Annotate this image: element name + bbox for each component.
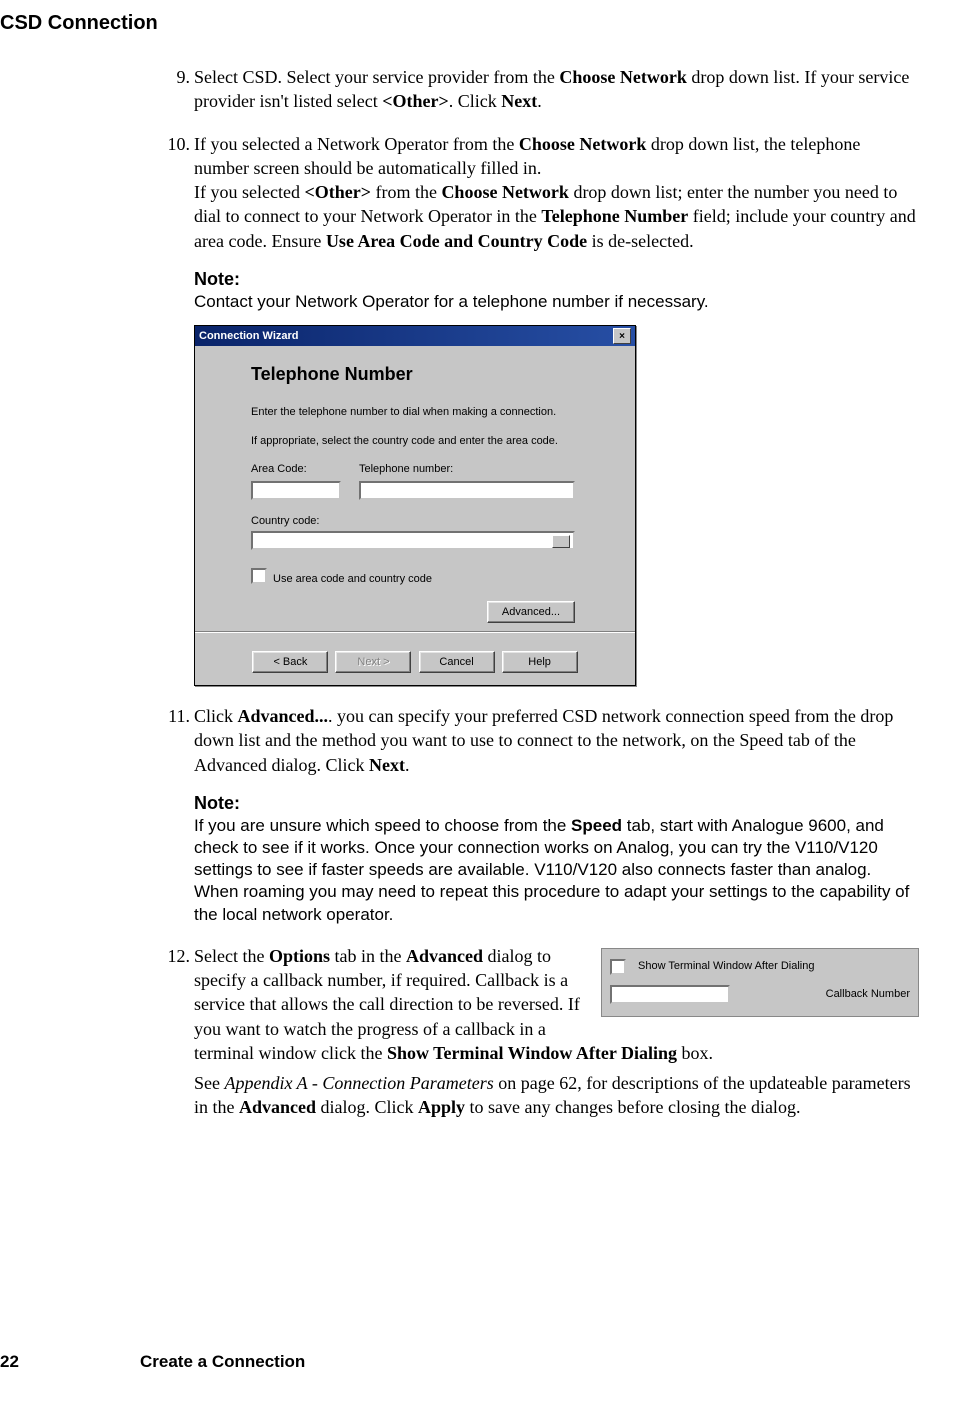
- titlebar: Connection Wizard ×: [195, 326, 635, 346]
- page-number: 22: [0, 1352, 140, 1372]
- step-text: Click Advanced.... you can specify your …: [194, 706, 893, 775]
- help-button[interactable]: Help: [502, 651, 578, 673]
- note-label: Note:: [194, 267, 919, 291]
- use-area-code-label: Use area code and country code: [273, 573, 432, 585]
- back-button[interactable]: < Back: [252, 651, 328, 673]
- note-body: If you are unsure which speed to choose …: [194, 815, 919, 925]
- chapter-title: Create a Connection: [140, 1352, 305, 1371]
- section-title: CSD Connection: [0, 12, 959, 35]
- step-marker: 11.: [162, 704, 190, 728]
- step-text-continued: See Appendix A - Connection Parameters o…: [194, 1071, 919, 1120]
- page-footer: 22Create a Connection: [0, 1352, 305, 1372]
- connection-wizard-dialog: Connection Wizard × Telephone Number Ent…: [194, 325, 636, 686]
- checkbox-icon[interactable]: [610, 959, 626, 975]
- dialog-heading: Telephone Number: [251, 362, 575, 386]
- area-code-label: Area Code:: [251, 462, 341, 477]
- cancel-button[interactable]: Cancel: [419, 651, 495, 673]
- step-marker: 10.: [162, 132, 190, 156]
- note-body: Contact your Network Operator for a tele…: [194, 291, 919, 313]
- use-area-code-checkbox-row[interactable]: Use area code and country code: [251, 568, 575, 587]
- step-text: Select CSD. Select your service provider…: [194, 67, 909, 111]
- country-code-select[interactable]: [251, 531, 575, 550]
- next-button[interactable]: Next >: [335, 651, 411, 673]
- dialog-instruction-2: If appropriate, select the country code …: [251, 434, 575, 449]
- divider: [195, 631, 635, 633]
- area-code-field[interactable]: [251, 481, 341, 500]
- dialog-title: Connection Wizard: [199, 329, 299, 344]
- show-terminal-row[interactable]: Show Terminal Window After Dialing: [610, 959, 910, 975]
- callback-number-label: Callback Number: [730, 987, 910, 1002]
- close-icon[interactable]: ×: [613, 328, 631, 344]
- dialog-instruction-1: Enter the telephone number to dial when …: [251, 405, 575, 420]
- checkbox-icon[interactable]: [251, 568, 267, 584]
- show-terminal-label: Show Terminal Window After Dialing: [632, 959, 910, 974]
- note-label: Note:: [194, 791, 919, 815]
- callback-number-field[interactable]: [610, 985, 730, 1004]
- step-10: 10. If you selected a Network Operator f…: [162, 132, 919, 686]
- options-fragment: Show Terminal Window After Dialing Callb…: [601, 948, 919, 1017]
- step-text: If you selected a Network Operator from …: [194, 134, 860, 178]
- callback-number-row: Callback Number: [610, 985, 910, 1004]
- country-code-label: Country code:: [251, 514, 575, 529]
- telephone-number-label: Telephone number:: [359, 462, 575, 477]
- advanced-button[interactable]: Advanced...: [487, 601, 575, 623]
- step-text-continued: If you selected <Other> from the Choose …: [194, 180, 919, 253]
- step-marker: 12.: [162, 944, 190, 968]
- step-9: 9. Select CSD. Select your service provi…: [162, 65, 919, 114]
- step-11: 11. Click Advanced.... you can specify y…: [162, 704, 919, 926]
- step-12: 12. Show Terminal Window After Dialing C…: [162, 944, 919, 1120]
- step-marker: 9.: [162, 65, 190, 89]
- telephone-number-field[interactable]: [359, 481, 575, 500]
